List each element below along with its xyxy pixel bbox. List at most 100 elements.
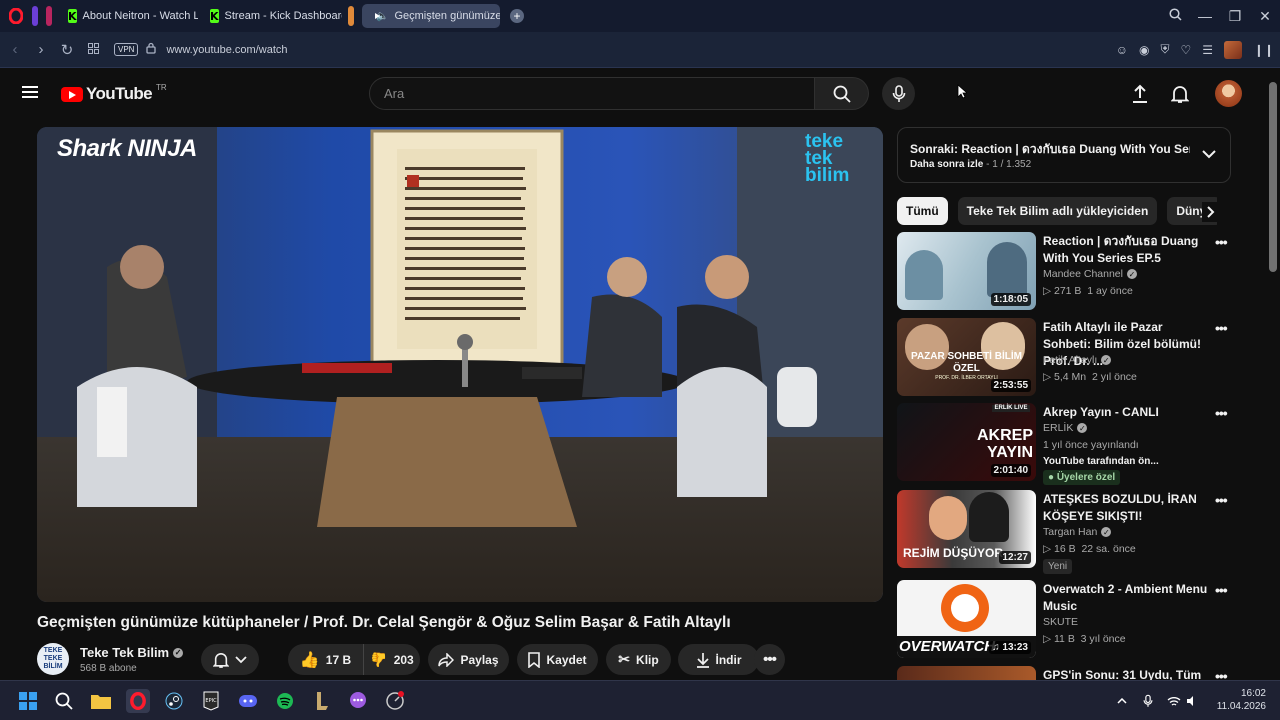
search-button[interactable]: [815, 77, 869, 110]
voice-search-button[interactable]: [882, 77, 915, 110]
video-player[interactable]: Shark NINJA teke tek bilim: [37, 127, 883, 602]
camera-icon[interactable]: ◉: [1139, 43, 1149, 57]
video-title[interactable]: Reaction | ดวงกับเธอ Duang With You Seri…: [1043, 233, 1213, 267]
wifi-icon: [1167, 696, 1181, 706]
video-title[interactable]: ATEŞKES BOZULDU, İRAN KÖŞEYE SIKIŞTI!: [1043, 491, 1213, 525]
recommendation-item[interactable]: REJİM DÜŞÜYOR 12:27 ATEŞKES BOZULDU, İRA…: [897, 490, 1257, 574]
more-options-icon[interactable]: •••: [1215, 320, 1228, 336]
close-button[interactable]: ✕: [1250, 8, 1280, 25]
tab-about-neitron[interactable]: K About Neitron - Watch Liv: [60, 4, 198, 28]
stats-app-button[interactable]: [383, 689, 407, 713]
file-explorer-button[interactable]: [89, 689, 113, 713]
video-thumbnail[interactable]: REJİM DÜŞÜYOR 12:27: [897, 490, 1036, 568]
minimize-button[interactable]: —: [1190, 8, 1220, 24]
chevron-down-icon[interactable]: [1202, 150, 1216, 159]
sidebar-toggle-icon[interactable]: ❙❙: [1254, 43, 1274, 57]
share-button[interactable]: Paylaş: [428, 644, 509, 675]
channel-avatar[interactable]: TEKE TEKE BİLİM: [37, 643, 69, 675]
back-icon[interactable]: ‹: [2, 41, 28, 58]
channel-name[interactable]: ERLİK ✓: [1043, 422, 1088, 434]
menu-icon[interactable]: [22, 86, 38, 98]
channel-name[interactable]: Teke Tek Bilim ✓: [80, 645, 184, 660]
channel-name[interactable]: Targan Han ✓: [1043, 526, 1112, 538]
clip-button[interactable]: ✂ Klip: [606, 644, 671, 675]
tray-overflow-button[interactable]: [1110, 689, 1134, 713]
more-options-icon[interactable]: •••: [1215, 234, 1228, 250]
recommendation-item[interactable]: PAZAR SOHBETİ BİLİM ÖZEL PROF. DR. İLBER…: [897, 318, 1257, 398]
recommendation-item[interactable]: OVERWATCH ♫ 13:23 Overwatch 2 - Ambient …: [897, 580, 1257, 660]
profile-avatar[interactable]: [1224, 40, 1242, 59]
scrollbar-thumb[interactable]: [1269, 82, 1277, 272]
playlist-panel[interactable]: Sonraki: Reaction | ดวงกับเธอ Duang With…: [897, 127, 1231, 183]
emoji-icon[interactable]: ☺: [1116, 43, 1128, 57]
chip-from-uploader[interactable]: Teke Tek Bilim adlı yükleyiciden: [957, 197, 1158, 225]
taskbar-search-button[interactable]: [52, 689, 76, 713]
epic-games-button[interactable]: EPIC: [199, 689, 223, 713]
upload-button[interactable]: [1128, 82, 1152, 106]
notifications-button[interactable]: [1168, 82, 1192, 106]
chip-all[interactable]: Tümü: [897, 197, 948, 225]
more-options-icon[interactable]: •••: [1215, 492, 1228, 508]
tab-kick-dashboard[interactable]: K Stream - Kick Dashboard: [202, 4, 342, 28]
maximize-button[interactable]: ❐: [1220, 8, 1250, 25]
steam-button[interactable]: [162, 689, 186, 713]
page-scrollbar[interactable]: [1266, 68, 1280, 680]
dislike-button[interactable]: 👍 203: [364, 644, 420, 675]
chat-app-button[interactable]: [346, 689, 370, 713]
shield-icon[interactable]: ⛨: [1160, 42, 1169, 57]
video-thumbnail[interactable]: [897, 666, 1036, 680]
search-input[interactable]: Ara: [369, 77, 815, 110]
video-title[interactable]: Overwatch 2 - Ambient Menu Music: [1043, 581, 1213, 615]
easy-setup-icon[interactable]: ☰: [1202, 43, 1213, 57]
game-launcher-button[interactable]: [310, 689, 334, 713]
spotify-icon: [277, 693, 293, 709]
youtube-logo[interactable]: YouTube TR: [61, 83, 167, 104]
video-title[interactable]: Akrep Yayın - CANLI: [1043, 404, 1213, 421]
tab-youtube-active[interactable]: 🔈 Geçmişten günümüze: [362, 4, 500, 28]
heart-icon[interactable]: ♡: [1180, 43, 1191, 57]
pinned-tab-1[interactable]: [32, 6, 38, 26]
windows-start-button[interactable]: [16, 689, 40, 713]
opera-menu-button[interactable]: [0, 0, 32, 32]
opera-taskbar-button[interactable]: [126, 689, 150, 713]
video-title[interactable]: GPS'in Sonu: 31 Uydu, Tüm: [1043, 667, 1213, 680]
discord-button[interactable]: [236, 689, 260, 713]
more-actions-button[interactable]: •••: [754, 644, 785, 675]
search-tabs-icon[interactable]: [1160, 8, 1190, 24]
microphone-icon: [892, 84, 905, 102]
spotify-button[interactable]: [273, 689, 297, 713]
video-thumbnail[interactable]: OVERWATCH ♫ 13:23: [897, 580, 1036, 658]
pinned-tab-2[interactable]: [46, 6, 52, 26]
recommendation-item[interactable]: ERLİK LIVE AKREP YAYIN 2:01:40 Akrep Yay…: [897, 403, 1257, 485]
vpn-badge[interactable]: VPN: [114, 43, 139, 56]
channel-name[interactable]: Mandee Channel ✓: [1043, 268, 1137, 280]
more-options-icon[interactable]: •••: [1215, 405, 1228, 421]
clock[interactable]: 16:02 11.04.2026: [1210, 688, 1266, 712]
account-avatar[interactable]: [1215, 80, 1242, 107]
chips-next-button[interactable]: [1202, 202, 1220, 222]
more-options-icon[interactable]: •••: [1215, 582, 1228, 598]
pinned-tab-3[interactable]: [348, 6, 354, 26]
microphone-tray-button[interactable]: [1136, 689, 1160, 713]
video-thumbnail[interactable]: PAZAR SOHBETİ BİLİM ÖZEL PROF. DR. İLBER…: [897, 318, 1036, 396]
up-next-title[interactable]: Sonraki: Reaction | ดวงกับเธอ Duang With…: [910, 140, 1190, 159]
url-field[interactable]: www.youtube.com/watch: [166, 44, 287, 56]
subscription-bell-button[interactable]: [201, 644, 259, 675]
lock-icon[interactable]: [146, 41, 157, 59]
reload-icon[interactable]: ↻: [54, 41, 80, 59]
tabs-grid-icon[interactable]: [80, 41, 106, 58]
forward-icon[interactable]: ›: [28, 41, 54, 58]
new-tab-button[interactable]: +: [510, 9, 524, 23]
recommendation-item[interactable]: 1:18:05 Reaction | ดวงกับเธอ Duang With …: [897, 232, 1257, 312]
volume-button[interactable]: [1180, 689, 1204, 713]
verified-icon: ✓: [173, 647, 184, 658]
like-button[interactable]: 👍 17 B: [288, 644, 364, 675]
recommendation-item[interactable]: GPS'in Sonu: 31 Uydu, Tüm •••: [897, 666, 1257, 680]
video-thumbnail[interactable]: ERLİK LIVE AKREP YAYIN 2:01:40: [897, 403, 1036, 481]
more-options-icon[interactable]: •••: [1215, 668, 1228, 680]
download-button[interactable]: İndir: [678, 644, 759, 675]
video-thumbnail[interactable]: 1:18:05: [897, 232, 1036, 310]
channel-name[interactable]: SKUTE: [1043, 616, 1078, 628]
channel-name[interactable]: Fatih Altaylı ✓: [1043, 354, 1112, 366]
save-button[interactable]: Kaydet: [517, 644, 598, 675]
